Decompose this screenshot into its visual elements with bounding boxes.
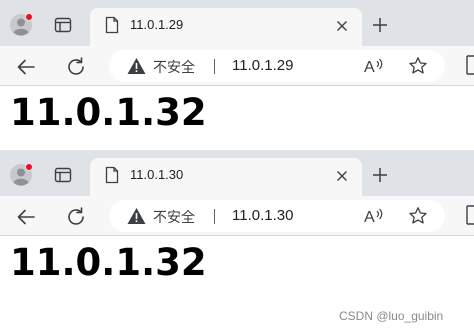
profile-avatar-icon[interactable] — [9, 163, 33, 187]
page-content: 11.0.1.32 — [0, 236, 474, 306]
tab-actions-icon[interactable] — [53, 165, 73, 185]
read-aloud-letter: A — [364, 59, 375, 76]
reload-icon[interactable] — [64, 205, 88, 229]
url-text[interactable]: 11.0.1.29 — [232, 57, 293, 74]
page-icon — [105, 166, 119, 184]
tab-active[interactable]: 11.0.1.29 — [90, 8, 362, 46]
page-content: 11.0.1.32 — [0, 86, 474, 156]
address-bar[interactable]: 不安全 11.0.1.29 A — [109, 50, 445, 82]
navigation-toolbar: 不安全 11.0.1.30 A — [0, 196, 474, 236]
tab-strip: 11.0.1.30 — [0, 150, 474, 196]
favorite-star-icon[interactable] — [408, 206, 428, 226]
watermark: CSDN @luo_guibin — [339, 309, 444, 323]
tab-strip: 11.0.1.29 — [0, 0, 474, 46]
address-divider — [214, 209, 215, 224]
read-aloud-letter: A — [364, 209, 375, 226]
tab-actions-icon[interactable] — [53, 15, 73, 35]
close-icon[interactable] — [333, 167, 351, 185]
profile-avatar-icon[interactable] — [9, 13, 33, 37]
read-aloud-icon[interactable]: A — [363, 206, 385, 226]
new-tab-plus-icon[interactable] — [370, 15, 390, 35]
browser-window-1: 11.0.1.29 不安全 11.0.1.29 A 11.0.1.32 — [0, 0, 474, 156]
settings-menu-edge-icon[interactable] — [465, 204, 474, 226]
favorite-star-icon[interactable] — [408, 56, 428, 76]
address-divider — [214, 59, 215, 74]
page-heading: 11.0.1.32 — [10, 241, 207, 284]
url-text[interactable]: 11.0.1.30 — [232, 207, 293, 224]
navigation-toolbar: 不安全 11.0.1.29 A — [0, 46, 474, 86]
security-status-label[interactable]: 不安全 — [153, 207, 195, 227]
security-status-label[interactable]: 不安全 — [153, 57, 195, 77]
back-arrow-icon[interactable] — [14, 205, 38, 229]
new-tab-plus-icon[interactable] — [370, 165, 390, 185]
read-aloud-icon[interactable]: A — [363, 56, 385, 76]
close-icon[interactable] — [333, 17, 351, 35]
warning-triangle-icon[interactable] — [127, 207, 146, 225]
settings-menu-edge-icon[interactable] — [465, 54, 474, 76]
page-heading: 11.0.1.32 — [10, 91, 207, 134]
tab-title: 11.0.1.29 — [130, 17, 184, 32]
tab-active[interactable]: 11.0.1.30 — [90, 158, 362, 196]
back-arrow-icon[interactable] — [14, 55, 38, 79]
reload-icon[interactable] — [64, 55, 88, 79]
tab-title: 11.0.1.30 — [130, 167, 184, 182]
page-icon — [105, 16, 119, 34]
browser-window-2: 11.0.1.30 不安全 11.0.1.30 A 11.0.1.32 — [0, 150, 474, 306]
warning-triangle-icon[interactable] — [127, 57, 146, 75]
address-bar[interactable]: 不安全 11.0.1.30 A — [109, 200, 445, 232]
